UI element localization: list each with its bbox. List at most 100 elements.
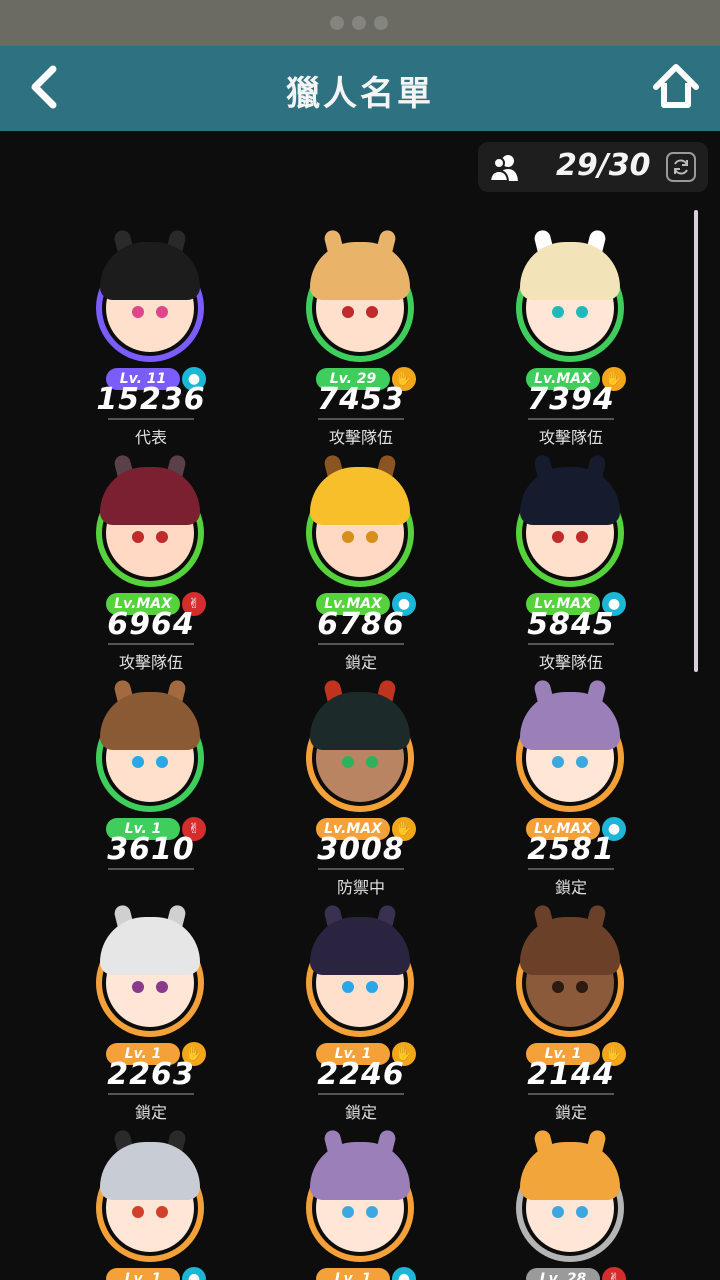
hunter-card[interactable]: Lv.MAX ✌ 6964 攻擊隊伍: [46, 431, 256, 672]
portrait-eye: [576, 756, 588, 768]
portrait-hair: [520, 692, 620, 750]
portrait-eye: [366, 981, 378, 993]
divider: [108, 643, 194, 645]
power-value: 2581: [527, 832, 615, 867]
portrait-hair: [520, 1142, 620, 1200]
power-value: 15236: [96, 382, 206, 417]
portrait-eye: [552, 531, 564, 543]
scissors-type-icon: ✌: [602, 1267, 626, 1280]
power-value: 2246: [317, 1057, 405, 1092]
hunter-portrait: Lv. 11 ●: [96, 228, 206, 391]
hunter-card[interactable]: Lv. 1 ✋ 2144 鎖定: [466, 881, 676, 1122]
level-badge: Lv. 28: [526, 1268, 600, 1280]
level-badge: Lv. 1: [316, 1268, 390, 1280]
divider: [318, 868, 404, 870]
divider: [528, 868, 614, 870]
hunter-portrait: Lv.MAX ●: [306, 453, 416, 616]
hunter-card[interactable]: Lv. 1 ✋ 2246 鎖定: [256, 881, 466, 1122]
portrait-hair: [100, 917, 200, 975]
power-value: 2144: [527, 1057, 615, 1092]
header-bar: 獵人名單: [0, 46, 720, 131]
home-icon: [653, 64, 699, 108]
power-value: 6964: [107, 607, 195, 642]
portrait-eye: [132, 756, 144, 768]
portrait-eye: [132, 531, 144, 543]
status-dots: [330, 16, 388, 30]
portrait-eye: [342, 981, 354, 993]
portrait-eye: [366, 531, 378, 543]
power-value: 2263: [107, 1057, 195, 1092]
hunter-card[interactable]: Lv.MAX ● 6786 鎖定: [256, 431, 466, 672]
portrait-eye: [342, 531, 354, 543]
divider: [318, 643, 404, 645]
power-value: 7394: [527, 382, 615, 417]
power-value: 5845: [527, 607, 615, 642]
portrait-eye: [132, 306, 144, 318]
hunter-portrait: Lv. 1 ✋: [306, 903, 416, 1066]
portrait-eye: [366, 306, 378, 318]
power-value: 3610: [107, 832, 195, 867]
portrait-eye: [156, 756, 168, 768]
portrait-eye: [552, 756, 564, 768]
refresh-icon: [674, 159, 688, 175]
divider: [528, 643, 614, 645]
divider: [528, 418, 614, 420]
hunter-portrait: Lv.MAX ●: [516, 453, 626, 616]
portrait-eye: [156, 306, 168, 318]
people-icon: [488, 155, 518, 182]
scrollbar[interactable]: [694, 210, 698, 672]
hunter-grid: Lv. 11 ● 15236 代表 Lv. 29 ✋ 7453 攻擊隊伍 Lv.…: [46, 206, 676, 1280]
portrait-hair: [520, 917, 620, 975]
hunter-portrait: Lv. 1 ●: [96, 1128, 206, 1280]
drop-type-icon: ●: [392, 1267, 416, 1280]
hunter-card[interactable]: Lv. 1 ✋ 2263 鎖定: [46, 881, 256, 1122]
roster-count-box: 29/30: [478, 142, 708, 192]
portrait-hair: [310, 242, 410, 300]
home-button[interactable]: [650, 60, 702, 112]
hunter-card[interactable]: Lv. 11 ● 15236 代表: [46, 206, 256, 447]
roster-count: 29/30: [556, 148, 651, 183]
portrait-hair: [310, 917, 410, 975]
page-title: 獵人名單: [286, 74, 434, 114]
portrait-eye: [132, 981, 144, 993]
hunter-portrait: Lv. 1 ✌: [96, 678, 206, 841]
portrait-eye: [366, 756, 378, 768]
power-value: 3008: [317, 832, 405, 867]
hunter-card[interactable]: Lv.MAX ✋ 3008 防禦中: [256, 656, 466, 897]
portrait-hair: [100, 467, 200, 525]
status-bar: [0, 0, 720, 46]
hunter-card[interactable]: Lv. 1 ●: [256, 1106, 466, 1280]
portrait-eye: [342, 306, 354, 318]
hunter-portrait: Lv. 28 ✌: [516, 1128, 626, 1280]
refresh-button[interactable]: [666, 152, 696, 182]
hunter-portrait: Lv.MAX ✋: [306, 678, 416, 841]
portrait-eye: [342, 1206, 354, 1218]
portrait-eye: [576, 981, 588, 993]
hunter-card[interactable]: Lv. 28 ✌: [466, 1106, 676, 1280]
portrait-eye: [576, 1206, 588, 1218]
portrait-hair: [310, 692, 410, 750]
hunter-portrait: Lv. 1 ✋: [96, 903, 206, 1066]
hunter-portrait: Lv.MAX ●: [516, 678, 626, 841]
portrait-hair: [100, 242, 200, 300]
hunter-card[interactable]: Lv. 29 ✋ 7453 攻擊隊伍: [256, 206, 466, 447]
divider: [318, 418, 404, 420]
hunter-card[interactable]: Lv.MAX ● 5845 攻擊隊伍: [466, 431, 676, 672]
hunter-portrait: Lv. 1 ✋: [516, 903, 626, 1066]
power-value: 6786: [317, 607, 405, 642]
hunter-card[interactable]: Lv. 1 ✌ 3610: [46, 656, 256, 881]
divider: [108, 868, 194, 870]
hunter-card[interactable]: Lv.MAX ✋ 7394 攻擊隊伍: [466, 206, 676, 447]
hunter-card[interactable]: Lv.MAX ● 2581 鎖定: [466, 656, 676, 897]
hunter-card[interactable]: Lv. 1 ●: [46, 1106, 256, 1280]
portrait-eye: [132, 1206, 144, 1218]
portrait-eye: [366, 1206, 378, 1218]
portrait-eye: [156, 1206, 168, 1218]
portrait-hair: [310, 467, 410, 525]
portrait-eye: [552, 981, 564, 993]
portrait-eye: [576, 531, 588, 543]
hunter-portrait: Lv. 1 ●: [306, 1128, 416, 1280]
hunter-portrait: Lv.MAX ✋: [516, 228, 626, 391]
divider: [108, 418, 194, 420]
portrait-eye: [156, 531, 168, 543]
